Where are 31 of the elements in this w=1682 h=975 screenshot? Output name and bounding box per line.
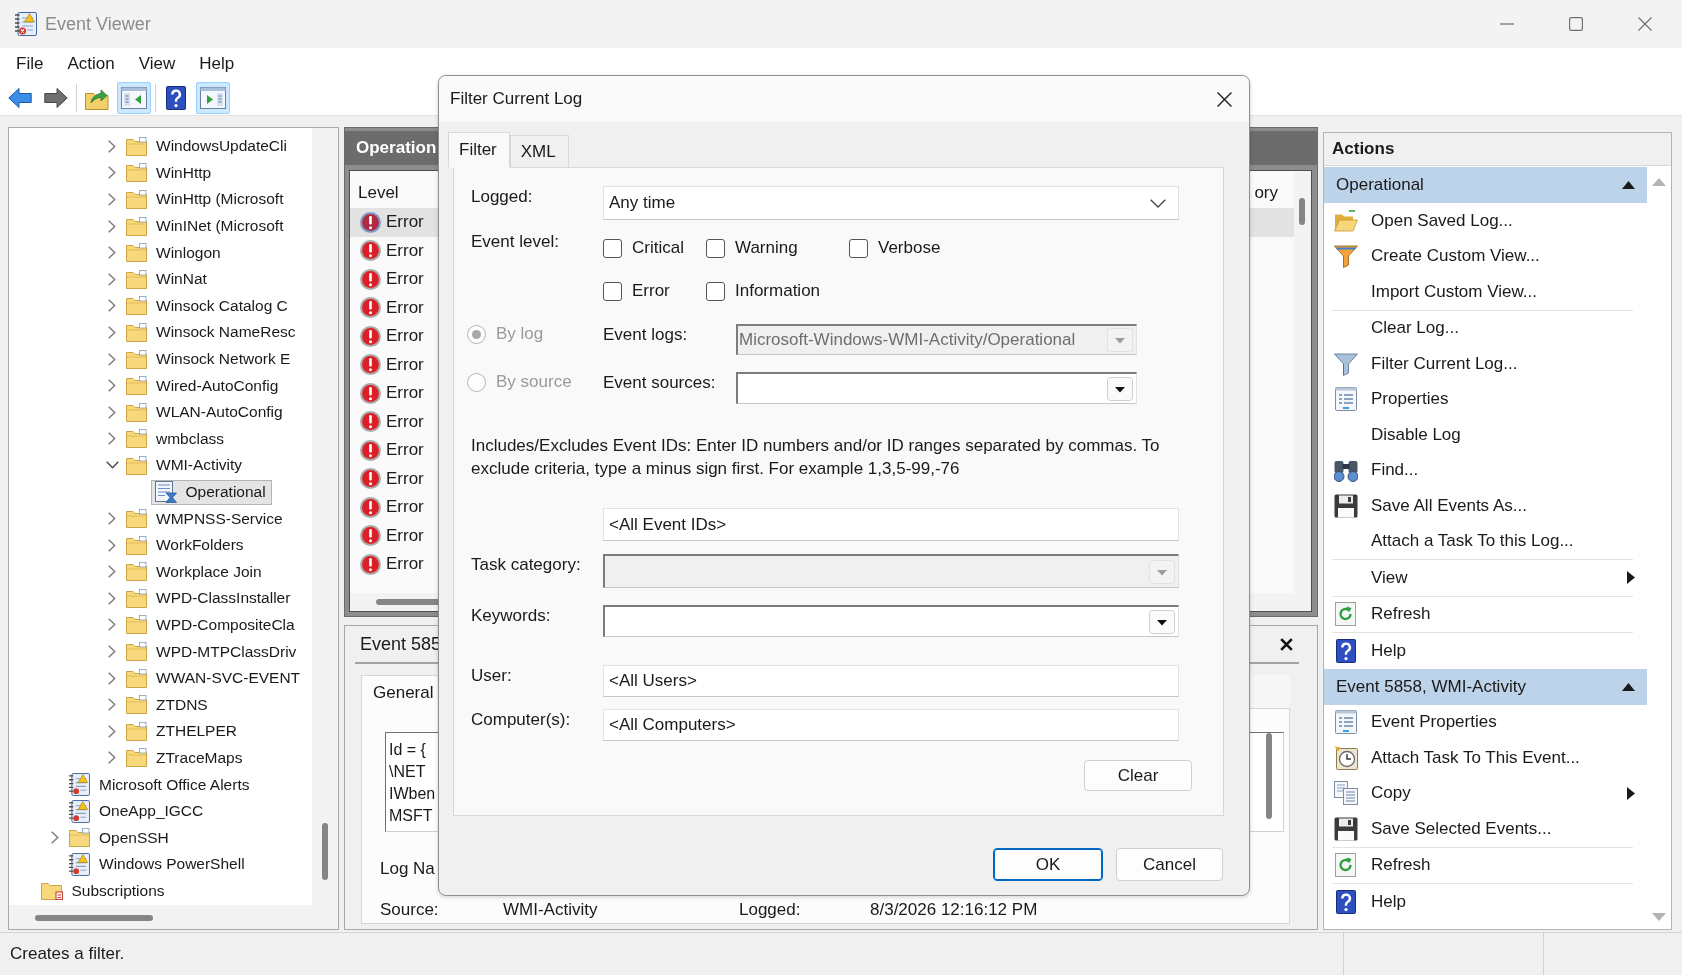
field-label: Log Na <box>380 859 435 879</box>
section-title: Event 5858, WMI-Activity <box>1336 676 1526 697</box>
checkbox-label: Warning <box>735 238 798 258</box>
field-label: User: <box>471 665 513 687</box>
field-value: WMI-Activity <box>503 900 598 920</box>
status-text: Creates a filter. <box>10 944 125 964</box>
field-label: Source: <box>380 900 439 920</box>
field-label: Event sources: <box>603 372 717 394</box>
field-label: Computer(s): <box>471 709 572 731</box>
description-line: Id = { <box>389 740 426 760</box>
window-title: Event Viewer <box>45 13 151 35</box>
field-value: 8/3/2026 12:16:12 PM <box>870 900 1038 920</box>
dialog-title: Filter Current Log <box>450 89 583 109</box>
field-label: Event level: <box>471 231 560 253</box>
checkbox-label: Verbose <box>878 238 941 258</box>
description-line: \NET <box>389 762 426 782</box>
checkbox-label: Critical <box>632 238 684 258</box>
checkbox-label: Information <box>735 281 821 301</box>
description-line: IWben <box>389 784 436 804</box>
pane-title: Actions <box>1324 133 1671 166</box>
section-title: Operational <box>1336 175 1424 195</box>
field-label: Event logs: <box>603 324 689 346</box>
field-label: Logged: <box>739 900 801 920</box>
radio-label: By log <box>496 324 544 344</box>
checkbox-label: Error <box>632 281 670 301</box>
field-label: Keywords: <box>471 605 552 627</box>
field-label: Task category: <box>471 554 582 576</box>
description-line: MSFT <box>389 806 433 826</box>
radio-label: By source <box>496 372 572 392</box>
field-label: Logged: <box>471 186 534 208</box>
help-text: Includes/Excludes Event IDs: Enter ID numbers and/or ID ranges separated by commas. To exclude criteria, type a minus sign first. For example 1,3,5-99,-76 <box>471 435 1161 480</box>
